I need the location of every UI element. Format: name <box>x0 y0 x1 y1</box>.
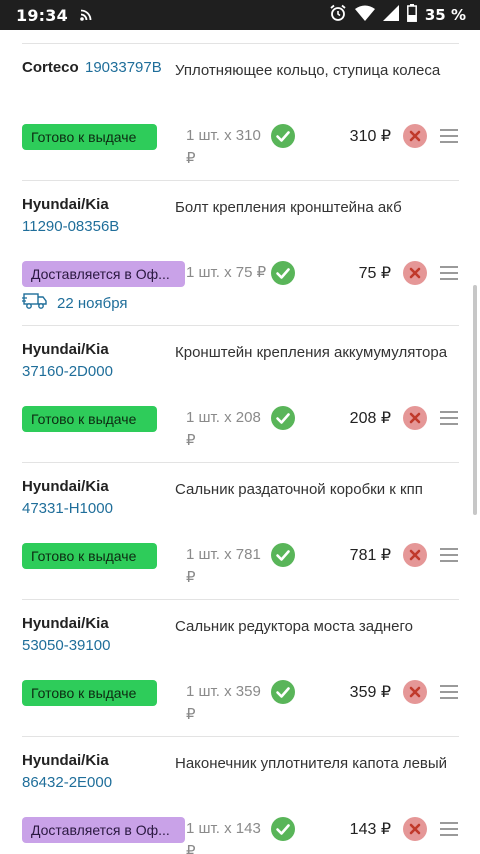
item-brand: Hyundai/Kia <box>22 196 109 213</box>
item-article-link[interactable]: 37160-2D000 <box>22 363 113 380</box>
item-article-link[interactable]: 11290-08356B <box>22 218 119 235</box>
item-price: 310 ₽ <box>349 128 391 145</box>
order-item[interactable]: Corteco 19033797B Уплотняющее кольцо, ст… <box>22 43 459 181</box>
order-items-list[interactable]: Corteco 19033797B Уплотняющее кольцо, ст… <box>0 30 480 854</box>
item-brand: Hyundai/Kia <box>22 341 109 358</box>
order-item[interactable]: Hyundai/Kia 53050-39100 Сальник редуктор… <box>22 599 459 737</box>
drag-handle-icon[interactable] <box>440 685 458 699</box>
item-name: Сальник раздаточной коробки к кпп <box>175 481 423 498</box>
cast-icon <box>80 6 94 25</box>
check-icon[interactable] <box>271 680 295 704</box>
item-name: Уплотняющее кольцо, ступица колеса <box>175 62 441 79</box>
delivery-info: 22 ноября <box>22 292 128 314</box>
item-price: 208 ₽ <box>349 410 391 427</box>
item-article-link[interactable]: 53050-39100 <box>22 637 110 654</box>
drag-handle-icon[interactable] <box>440 411 458 425</box>
item-brand: Hyundai/Kia <box>22 752 109 769</box>
item-quantity: 1 шт. х 208 ₽ <box>186 409 261 449</box>
remove-item-icon[interactable] <box>403 543 427 567</box>
remove-item-icon[interactable] <box>403 124 427 148</box>
scrollbar[interactable] <box>473 285 477 515</box>
order-item[interactable]: Hyundai/Kia 37160-2D000 Кронштейн крепле… <box>22 325 459 463</box>
status-time: 19:34 <box>16 5 68 25</box>
check-icon[interactable] <box>271 261 295 285</box>
status-badge: Доставляется в Оф... <box>22 817 185 843</box>
item-quantity: 1 шт. х 781 ₽ <box>186 546 261 586</box>
item-brand: Hyundai/Kia <box>22 615 109 632</box>
battery-icon <box>406 4 417 26</box>
status-badge: Доставляется в Оф... <box>22 261 185 287</box>
item-name: Наконечник уплотнителя капота левый <box>175 755 448 772</box>
item-article-link[interactable]: 19033797B <box>85 59 162 76</box>
status-bar: 19:34 35 % <box>0 0 480 30</box>
drag-handle-icon[interactable] <box>440 548 458 562</box>
check-icon[interactable] <box>271 406 295 430</box>
drag-handle-icon[interactable] <box>440 129 458 143</box>
item-article-link[interactable]: 47331-H1000 <box>22 500 113 517</box>
item-quantity: 1 шт. х 310 ₽ <box>186 127 261 167</box>
order-item[interactable]: Hyundai/Kia 47331-H1000 Сальник раздаточ… <box>22 462 459 600</box>
item-brand: Hyundai/Kia <box>22 478 109 495</box>
item-price: 75 ₽ <box>358 265 391 282</box>
item-name: Сальник редуктора моста заднего <box>175 618 413 635</box>
item-price: 143 ₽ <box>349 821 391 838</box>
remove-item-icon[interactable] <box>403 680 427 704</box>
status-badge: Готово к выдаче <box>22 680 157 706</box>
item-quantity: 1 шт. х 143 ₽ <box>186 820 261 854</box>
delivery-truck-icon <box>22 292 48 315</box>
item-quantity: 1 шт. х 75 ₽ <box>186 264 267 281</box>
order-item[interactable]: Hyundai/Kia 11290-08356B Болт крепления … <box>22 180 459 326</box>
battery-percent: 35 % <box>424 6 466 24</box>
drag-handle-icon[interactable] <box>440 822 458 836</box>
item-article-link[interactable]: 86432-2E000 <box>22 774 112 791</box>
check-icon[interactable] <box>271 817 295 841</box>
status-badge: Готово к выдаче <box>22 124 157 150</box>
item-price: 781 ₽ <box>349 547 391 564</box>
order-item[interactable]: Hyundai/Kia 86432-2E000 Наконечник уплот… <box>22 736 459 854</box>
item-name: Болт крепления кронштейна акб <box>175 199 402 216</box>
item-name: Кронштейн крепления аккумумулятора <box>175 344 448 361</box>
status-badge: Готово к выдаче <box>22 406 157 432</box>
wifi-icon <box>354 5 375 25</box>
check-icon[interactable] <box>271 543 295 567</box>
delivery-date: 22 ноября <box>57 294 128 312</box>
status-badge: Готово к выдаче <box>22 543 157 569</box>
alarm-icon <box>329 4 347 26</box>
check-icon[interactable] <box>271 124 295 148</box>
remove-item-icon[interactable] <box>403 817 427 841</box>
item-brand: Corteco <box>22 59 79 76</box>
remove-item-icon[interactable] <box>403 406 427 430</box>
item-price: 359 ₽ <box>349 684 391 701</box>
drag-handle-icon[interactable] <box>440 266 458 280</box>
item-quantity: 1 шт. х 359 ₽ <box>186 683 261 723</box>
signal-icon <box>382 5 399 25</box>
remove-item-icon[interactable] <box>403 261 427 285</box>
